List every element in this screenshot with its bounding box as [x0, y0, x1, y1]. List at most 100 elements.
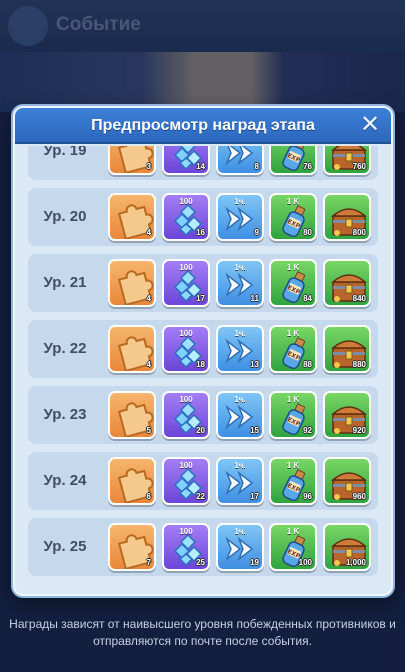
reward-item-top-label: 1ч.	[234, 263, 246, 272]
reward-item-quantity: 14	[196, 162, 205, 171]
reward-item-quantity: 8	[254, 162, 259, 171]
reward-item-quantity: 7	[146, 558, 151, 567]
reward-item-treasure-chest[interactable]: 960	[323, 457, 371, 505]
reward-item-fast-forward[interactable]: 1ч. 15	[216, 391, 264, 439]
reward-item-quantity: 15	[250, 426, 259, 435]
reward-item-quantity: 13	[250, 360, 259, 369]
reward-item-exp-potion[interactable]: EXP 1 K 92	[269, 391, 317, 439]
reward-item-exp-potion[interactable]: EXP 1 K 84	[269, 259, 317, 307]
reward-item-quantity: 880	[352, 360, 366, 369]
reward-item-crystal[interactable]: 100 25	[162, 523, 210, 571]
reward-item-quantity: 80	[303, 228, 312, 237]
reward-item-quantity: 76	[303, 162, 312, 171]
reward-item-quantity: 760	[352, 162, 366, 171]
modal-title: Предпросмотр наград этапа	[91, 117, 315, 134]
modal-header: Предпросмотр наград этапа ✕	[15, 108, 391, 144]
reward-row: Ур. 24 6 100 22 1ч. 17 EXP 1 K 96 960	[28, 452, 378, 510]
reward-item-quantity: 3	[146, 162, 151, 171]
reward-item-quantity: 20	[196, 426, 205, 435]
reward-item-quantity: 4	[146, 360, 151, 369]
reward-item-fast-forward[interactable]: 1ч. 13	[216, 325, 264, 373]
reward-item-puzzle-piece[interactable]: 6	[108, 457, 156, 505]
row-level-label: Ур. 25	[43, 538, 87, 555]
reward-item-top-label: 1 K	[286, 395, 300, 404]
row-level-label: Ур. 21	[43, 274, 87, 291]
reward-item-fast-forward[interactable]: 1ч. 19	[216, 523, 264, 571]
reward-item-treasure-chest[interactable]: 800	[323, 193, 371, 241]
reward-item-quantity: 25	[196, 558, 205, 567]
reward-item-quantity: 19	[250, 558, 259, 567]
reward-item-top-label: 100	[179, 527, 193, 536]
reward-item-treasure-chest[interactable]: 920	[323, 391, 371, 439]
reward-row: Ур. 21 4 100 17 1ч. 11 EXP 1 K 84 840	[28, 254, 378, 312]
reward-item-quantity: 92	[303, 426, 312, 435]
reward-item-quantity: 800	[352, 228, 366, 237]
reward-item-treasure-chest[interactable]: 840	[323, 259, 371, 307]
reward-item-top-label: 100	[179, 197, 193, 206]
reward-item-exp-potion[interactable]: EXP1 K76	[269, 146, 317, 175]
reward-row: Ур. 20 4 100 16 1ч. 9 EXP 1 K 80 800	[28, 188, 378, 246]
stage-rewards-modal: Предпросмотр наград этапа ✕ Ур. 19310014…	[13, 106, 393, 596]
reward-item-quantity: 16	[196, 228, 205, 237]
reward-item-top-label: 1ч.	[234, 461, 246, 470]
reward-item-top-label: 1ч.	[234, 329, 246, 338]
reward-item-top-label: 1 K	[286, 329, 300, 338]
reward-item-crystal[interactable]: 100 17	[162, 259, 210, 307]
reward-item-puzzle-piece[interactable]: 7	[108, 523, 156, 571]
reward-item-top-label: 100	[179, 263, 193, 272]
reward-item-puzzle-piece[interactable]: 4	[108, 325, 156, 373]
reward-item-puzzle-piece[interactable]: 4	[108, 193, 156, 241]
reward-item-top-label: 1 K	[286, 263, 300, 272]
reward-item-top-label: 1 K	[286, 197, 300, 206]
reward-item-fast-forward[interactable]: 1ч.8	[216, 146, 264, 175]
reward-item-puzzle-piece[interactable]: 5	[108, 391, 156, 439]
reward-item-top-label: 100	[179, 329, 193, 338]
reward-item-exp-potion[interactable]: EXP 1 K 96	[269, 457, 317, 505]
reward-item-quantity: 84	[303, 294, 312, 303]
reward-item-quantity: 17	[196, 294, 205, 303]
reward-item-quantity: 4	[146, 228, 151, 237]
reward-item-exp-potion[interactable]: EXP 1 K 100	[269, 523, 317, 571]
reward-item-quantity: 4	[146, 294, 151, 303]
reward-item-crystal[interactable]: 100 20	[162, 391, 210, 439]
reward-item-quantity: 1,000	[345, 558, 366, 567]
row-level-label: Ур. 19	[43, 146, 87, 159]
reward-item-fast-forward[interactable]: 1ч. 11	[216, 259, 264, 307]
reward-item-quantity: 9	[254, 228, 259, 237]
reward-item-treasure-chest[interactable]: 880	[323, 325, 371, 373]
reward-item-quantity: 11	[250, 294, 259, 303]
reward-item-quantity: 18	[196, 360, 205, 369]
reward-item-quantity: 840	[352, 294, 366, 303]
reward-row: Ур. 19 3 100141ч.8EXP1 K76 760	[28, 146, 378, 180]
reward-item-treasure-chest[interactable]: 1,000	[323, 523, 371, 571]
reward-item-quantity: 100	[298, 558, 312, 567]
reward-item-top-label: 1ч.	[234, 395, 246, 404]
close-icon[interactable]: ✕	[359, 113, 381, 137]
reward-item-treasure-chest[interactable]: 760	[323, 146, 371, 175]
reward-row: Ур. 22 4 100 18 1ч. 13 EXP 1 K 88 880	[28, 320, 378, 378]
reward-row: Ур. 23 5 100 20 1ч. 15 EXP 1 K 92 920	[28, 386, 378, 444]
reward-item-top-label: 1ч.	[234, 527, 246, 536]
row-level-label: Ур. 22	[43, 340, 87, 357]
reward-item-quantity: 5	[146, 426, 151, 435]
reward-item-quantity: 17	[250, 492, 259, 501]
row-level-label: Ур. 20	[43, 208, 87, 225]
reward-item-quantity: 22	[196, 492, 205, 501]
row-level-label: Ур. 23	[43, 406, 87, 423]
reward-item-puzzle-piece[interactable]: 4	[108, 259, 156, 307]
reward-item-fast-forward[interactable]: 1ч. 9	[216, 193, 264, 241]
reward-item-crystal[interactable]: 100 22	[162, 457, 210, 505]
reward-item-exp-potion[interactable]: EXP 1 K 88	[269, 325, 317, 373]
reward-item-quantity: 96	[303, 492, 312, 501]
reward-item-crystal[interactable]: 100 18	[162, 325, 210, 373]
reward-item-crystal[interactable]: 10014	[162, 146, 210, 175]
footer-note: Награды зависят от наивысшего уровня поб…	[9, 617, 396, 648]
reward-item-quantity: 88	[303, 360, 312, 369]
reward-item-puzzle-piece[interactable]: 3	[108, 146, 156, 175]
reward-item-fast-forward[interactable]: 1ч. 17	[216, 457, 264, 505]
reward-item-top-label: 1 K	[286, 461, 300, 470]
reward-item-exp-potion[interactable]: EXP 1 K 80	[269, 193, 317, 241]
reward-list[interactable]: Ур. 193100141ч.8EXP1 K76760Ур. 204100161…	[25, 146, 381, 581]
row-level-label: Ур. 24	[43, 472, 87, 489]
reward-item-crystal[interactable]: 100 16	[162, 193, 210, 241]
